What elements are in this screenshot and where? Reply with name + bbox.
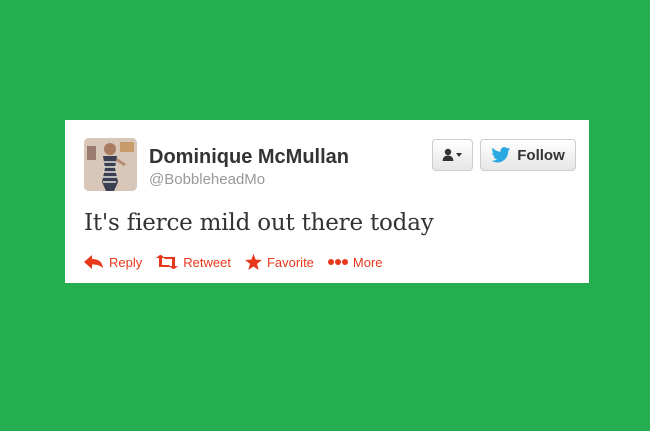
twitter-bird-icon — [491, 147, 511, 163]
reply-action[interactable]: Reply — [84, 255, 142, 270]
favorite-action[interactable]: Favorite — [245, 254, 314, 270]
retweet-label: Retweet — [183, 254, 231, 270]
user-actions-button[interactable] — [432, 139, 473, 171]
ellipsis-icon — [327, 259, 348, 265]
favorite-label: Favorite — [266, 254, 314, 270]
follow-button[interactable]: Follow — [480, 139, 576, 171]
tweet-text: It's fierce mild out there today — [84, 210, 434, 236]
retweet-action[interactable]: Retweet — [156, 255, 231, 270]
follow-label: Follow — [517, 146, 565, 164]
star-icon — [245, 254, 262, 270]
retweet-icon — [156, 255, 179, 269]
reply-label: Reply — [109, 254, 143, 270]
person-dropdown-icon — [442, 148, 462, 161]
author-handle[interactable]: @BobbleheadMo — [149, 171, 265, 188]
avatar[interactable] — [84, 138, 137, 191]
reply-arrow-icon — [84, 255, 103, 269]
author-name[interactable]: Dominique McMullan — [149, 146, 349, 169]
more-label: More — [352, 254, 383, 270]
more-action[interactable]: More — [327, 254, 383, 270]
tweet-actions: Reply Retweet Favorite More — [84, 254, 383, 270]
tweet-card: Dominique McMullan @BobbleheadMo Follow … — [65, 120, 589, 283]
